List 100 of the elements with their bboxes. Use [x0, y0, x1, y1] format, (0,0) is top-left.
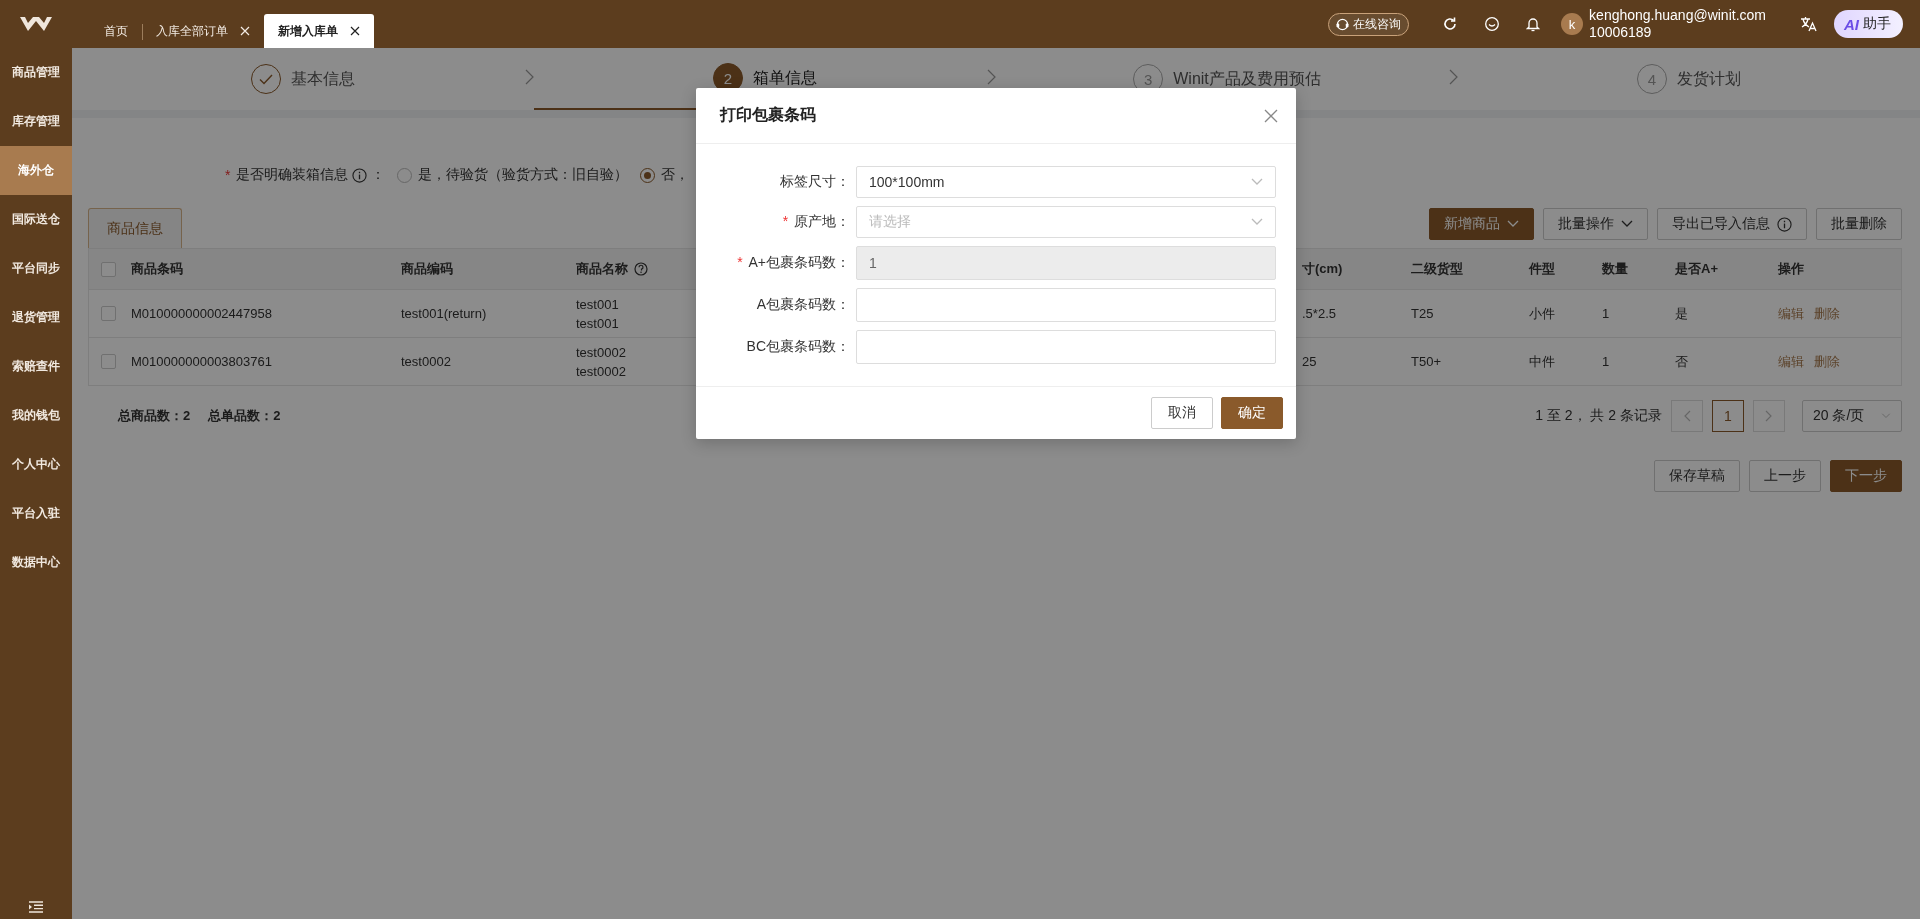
toolbar-button[interactable]: 导出已导入信息	[1657, 208, 1807, 240]
page-tab[interactable]: 首页	[90, 14, 142, 48]
field-label: A包裹条码数：	[756, 296, 850, 314]
page-tab[interactable]: 入库全部订单	[142, 14, 264, 48]
sidebar-item[interactable]: 海外仓	[0, 146, 72, 195]
table-cell: 1	[1602, 354, 1610, 369]
sidebar-item[interactable]: 索赔查件	[0, 342, 72, 391]
radio-option[interactable]: 否，	[640, 166, 690, 184]
sidebar-item[interactable]: 库存管理	[0, 97, 72, 146]
step-label: Winit产品及费用预估	[1173, 68, 1321, 89]
step-label: 箱单信息	[753, 67, 817, 88]
row-action-link[interactable]: 编辑	[1778, 304, 1804, 323]
sidebar-item[interactable]: 平台入驻	[0, 489, 72, 538]
field-label: * A+包裹条码数：	[737, 254, 850, 272]
section-tab[interactable]: 商品信息	[88, 208, 182, 248]
sidebar-item[interactable]: 个人中心	[0, 440, 72, 489]
info-icon	[1777, 216, 1792, 232]
table-cell: 中件	[1529, 352, 1555, 371]
sidebar-item[interactable]: 退货管理	[0, 293, 72, 342]
page-size-select[interactable]: 20 条/页	[1802, 400, 1902, 432]
toolbar-button[interactable]: 批量删除	[1816, 208, 1902, 240]
row-action-link[interactable]: 删除	[1814, 304, 1840, 323]
table-cell: 小件	[1529, 304, 1555, 323]
step-label: 基本信息	[291, 68, 355, 89]
sidebar-item[interactable]: 我的钱包	[0, 391, 72, 440]
translate-icon[interactable]	[1800, 16, 1818, 32]
table-cell: 25	[1302, 354, 1317, 369]
table-cell: test0002	[576, 344, 626, 360]
close-icon[interactable]	[350, 26, 360, 36]
table-cell: T25	[1411, 306, 1434, 321]
label-colon: ：	[371, 166, 386, 184]
column-header: 操作	[1778, 260, 1804, 278]
radio-option[interactable]: 是，待验货（验货方式：旧自验）	[397, 166, 629, 184]
required-mark: *	[225, 167, 231, 183]
checkbox[interactable]	[100, 261, 116, 277]
table-cell: T50+	[1411, 354, 1441, 369]
help-icon	[634, 262, 648, 276]
table-cell: 1	[1602, 306, 1610, 321]
select-field[interactable]: 100*100mm	[856, 166, 1276, 198]
total-count: 总商品数：2	[118, 407, 191, 425]
record-summary: 1 至 2， 共 2 条记录	[1535, 407, 1662, 425]
dialog-button[interactable]: 确定	[1221, 397, 1283, 429]
headset-icon	[1336, 17, 1350, 31]
sidebar-item[interactable]: 商品管理	[0, 48, 72, 97]
consult-button[interactable]: 在线咨询	[1328, 12, 1410, 36]
column-header: 寸(cm)	[1302, 260, 1343, 278]
page-tab[interactable]: 新增入库单	[264, 14, 374, 48]
chevron-icon	[987, 69, 996, 85]
table-cell: test001	[576, 315, 619, 331]
table-cell: 否	[1675, 352, 1688, 371]
caret-icon	[1251, 178, 1263, 186]
dialog-button[interactable]: 取消	[1151, 397, 1213, 429]
toolbar-button[interactable]: 批量操作	[1543, 208, 1648, 240]
table-cell: .5*2.5	[1302, 306, 1336, 321]
field-label: * 原产地：	[782, 213, 850, 231]
toolbar-button[interactable]: 新增商品	[1429, 208, 1534, 240]
chevron-icon	[1449, 69, 1458, 85]
field-label: BC包裹条码数：	[746, 338, 850, 356]
caret-icon	[1251, 218, 1263, 226]
sidebar-item[interactable]: 平台同步	[0, 244, 72, 293]
sidebar-item[interactable]: 数据中心	[0, 538, 72, 587]
column-header: 数量	[1602, 260, 1628, 278]
chevron-right-icon	[1765, 410, 1773, 422]
collapse-menu-icon[interactable]	[29, 901, 43, 913]
checkbox[interactable]	[100, 354, 116, 369]
dialog-title: 打印包裹条码	[720, 105, 816, 125]
sidebar-item[interactable]: 国际送仓	[0, 195, 72, 244]
column-header: 商品名称	[576, 260, 628, 278]
caret-icon	[1507, 220, 1519, 228]
row-action-link[interactable]: 编辑	[1778, 352, 1804, 371]
column-header: 件型	[1529, 260, 1555, 278]
table-cell: test0002	[401, 354, 451, 369]
chevron-icon	[525, 69, 534, 85]
page-button[interactable]: 1	[1712, 400, 1744, 432]
field-label: 是否明确装箱信息	[236, 166, 349, 184]
column-header: 是否A+	[1675, 260, 1718, 278]
smiley-icon[interactable]	[1484, 16, 1501, 32]
table-cell: M010000000002447958	[131, 306, 272, 321]
info-icon	[352, 167, 368, 183]
user-email: kenghong.huang@winit.com	[1589, 7, 1766, 24]
user-avatar[interactable]: k	[1561, 13, 1584, 35]
table-cell: test001	[576, 296, 619, 312]
row-action-link[interactable]: 删除	[1814, 352, 1840, 371]
step-button[interactable]: 保存草稿	[1654, 460, 1740, 492]
step-button[interactable]: 下一步	[1830, 460, 1902, 492]
chevron-left-icon	[1683, 410, 1691, 422]
caret-icon	[1621, 220, 1633, 228]
bell-icon[interactable]	[1526, 16, 1541, 32]
table-cell: test0002	[576, 363, 626, 379]
assistant-button[interactable]: AI 助手	[1834, 10, 1903, 38]
column-header: 商品条码	[131, 260, 183, 278]
table-cell: M010000000003803761	[131, 354, 272, 369]
refresh-icon[interactable]	[1442, 16, 1459, 32]
table-cell: test001(return)	[401, 306, 487, 321]
input-field[interactable]	[856, 288, 1276, 322]
checkbox[interactable]	[100, 306, 116, 321]
step-button[interactable]: 上一步	[1749, 460, 1821, 492]
column-header: 商品编码	[401, 260, 453, 278]
input-field[interactable]	[856, 330, 1276, 364]
field-label: 标签尺寸：	[780, 173, 850, 191]
